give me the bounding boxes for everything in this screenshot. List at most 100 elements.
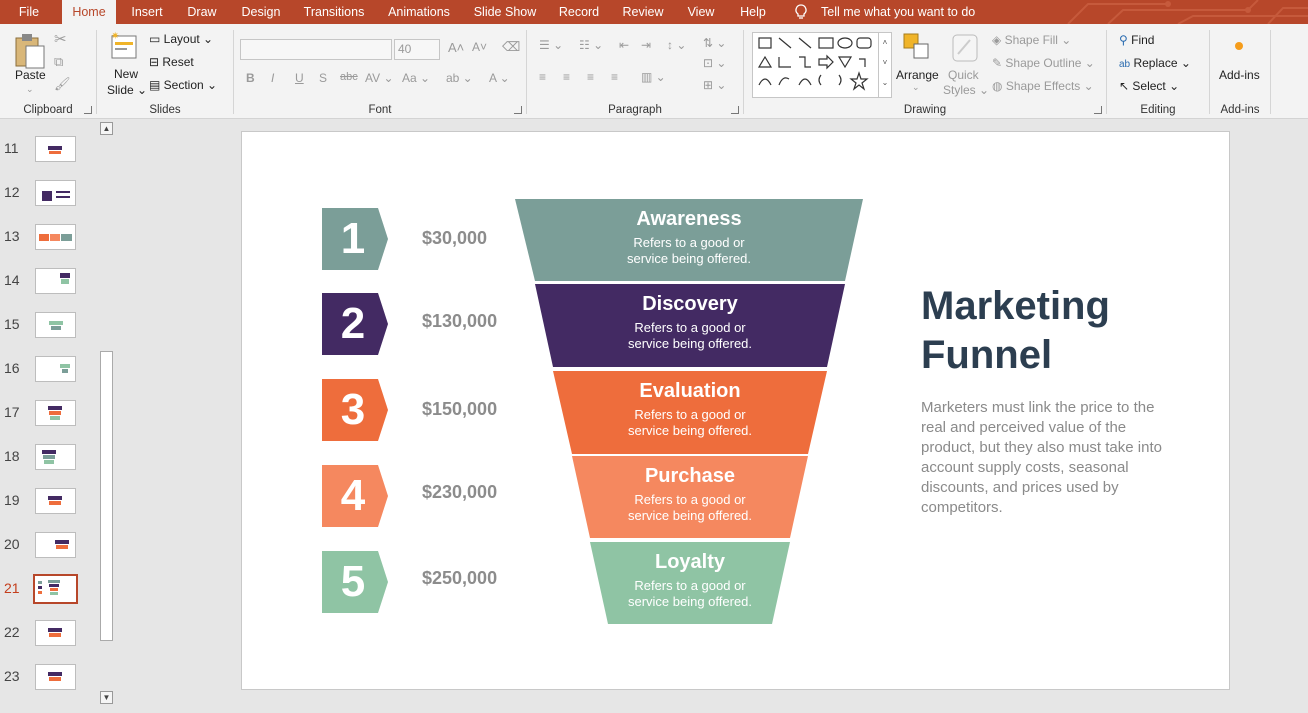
thumbnail-image[interactable] [35,400,76,426]
arrange-icon[interactable] [902,32,932,62]
thumbnail-image[interactable] [35,224,76,250]
tab-draw[interactable]: Draw [184,0,220,24]
tab-help[interactable]: Help [735,0,771,24]
tab-slide-show[interactable]: Slide Show [470,0,540,24]
columns-icon[interactable]: ▥ ⌄ [641,70,666,84]
tab-animations[interactable]: Animations [384,0,454,24]
thumbnail-11[interactable]: 11 [0,136,98,180]
paste-chevron-icon[interactable]: ⌄ [26,84,34,95]
find-button[interactable]: ⚲ Find [1119,33,1154,47]
step-number-badge[interactable]: 4 [322,465,388,527]
tell-me-search[interactable]: Tell me what you want to do [821,0,975,24]
tab-insert[interactable]: Insert [127,0,167,24]
thumbnail-image[interactable] [35,488,76,514]
shape-fill-button[interactable]: ◈ Shape Fill ⌄ [992,33,1071,47]
strikethrough-icon[interactable]: abc [340,71,358,83]
replace-button[interactable]: ab Replace ⌄ [1119,56,1191,70]
line-spacing-icon[interactable]: ↕ ⌄ [667,38,686,52]
drawing-launcher-icon[interactable] [1094,106,1102,114]
thumbnail-image[interactable] [35,268,76,294]
thumbnail-image[interactable] [35,312,76,338]
text-direction-icon[interactable]: ⇅ ⌄ [703,36,726,50]
thumbnail-image[interactable] [35,356,76,382]
align-right-icon[interactable]: ≡ [587,70,594,84]
step-price[interactable]: $150,000 [422,399,497,420]
paragraph-launcher-icon[interactable] [731,106,739,114]
char-spacing-icon[interactable]: AV ⌄ [365,71,394,85]
decrease-indent-icon[interactable]: ⇤ [619,38,629,52]
new-slide-icon[interactable]: ✷ [109,30,139,62]
thumbnail-15[interactable]: 15 [0,312,98,356]
funnel-stage[interactable]: Purchase Refers to a good or service being… [572,456,808,538]
quick-styles-label-2[interactable]: Styles ⌄ [943,83,989,97]
step-number-badge[interactable]: 3 [322,379,388,441]
font-size-box[interactable]: 40 [394,39,440,60]
format-painter-icon[interactable]: 🖌 [54,76,71,92]
scroll-up-icon[interactable]: ▲ [100,122,113,135]
tab-file[interactable]: File [8,0,50,24]
italic-icon[interactable]: I [271,71,274,85]
tab-design[interactable]: Design [236,0,286,24]
step-price[interactable]: $30,000 [422,228,487,249]
underline-icon[interactable]: U [295,71,304,85]
thumbnail-13[interactable]: 13 [0,224,98,268]
thumbnail-image[interactable] [35,664,76,690]
select-button[interactable]: ↖ Select ⌄ [1119,79,1179,93]
clipboard-launcher-icon[interactable] [84,106,92,114]
grow-font-icon[interactable]: A˄ [448,40,464,55]
addins-icon[interactable] [1235,42,1243,50]
step-number-badge[interactable]: 5 [322,551,388,613]
center-icon[interactable]: ≡ [563,70,570,84]
bold-icon[interactable]: B [246,71,255,85]
tab-review[interactable]: Review [618,0,668,24]
thumbnail-image[interactable] [35,620,76,646]
thumbnails-scrollbar[interactable]: ▲ ▼ [99,119,113,713]
layout-button[interactable]: ▭ Layout ⌄ [149,32,213,46]
quick-styles-button[interactable]: Quick [948,68,979,82]
shapes-icon[interactable] [753,33,891,97]
thumbnail-image[interactable] [35,532,76,558]
new-slide-label-2[interactable]: Slide ⌄ [107,83,147,97]
tab-record[interactable]: Record [555,0,603,24]
align-text-icon[interactable]: ⊡ ⌄ [703,56,726,70]
quick-styles-icon[interactable] [950,32,980,64]
clear-format-icon[interactable]: ⌫ [502,39,520,55]
step-price[interactable]: $130,000 [422,311,497,332]
thumbnail-23[interactable]: 23 [0,664,98,708]
highlight-icon[interactable]: ab ⌄ [446,71,473,85]
shrink-font-icon[interactable]: A˅ [472,40,487,54]
section-button[interactable]: ▤ Section ⌄ [149,78,217,92]
thumbnail-image[interactable] [35,180,76,206]
thumbnail-22[interactable]: 22 [0,620,98,664]
arrange-button[interactable]: Arrange [896,68,939,82]
paste-icon[interactable] [14,32,46,70]
smartart-icon[interactable]: ⊞ ⌄ [703,78,726,92]
change-case-icon[interactable]: Aa ⌄ [402,71,430,85]
thumbnail-image-selected[interactable] [33,574,78,604]
scroll-down-icon[interactable]: ▼ [100,691,113,704]
thumbnail-21[interactable]: 21 [0,574,98,620]
thumbnail-12[interactable]: 12 [0,180,98,224]
funnel-stage[interactable]: Awareness Refers to a good or service bein… [515,199,863,281]
step-price[interactable]: $230,000 [422,482,497,503]
tab-home[interactable]: Home [62,0,116,24]
thumbnail-19[interactable]: 19 [0,488,98,532]
thumbnail-20[interactable]: 20 [0,532,98,576]
copy-icon[interactable]: ⧉ [54,54,63,70]
numbering-icon[interactable]: ☷ ⌄ [579,38,603,52]
shapes-scroll-icon[interactable]: ˄ ˅ ⌄ [878,33,891,97]
slide-canvas[interactable]: 1 $30,000 2 $130,000 3 $150,000 4 $230,000 5 $250… [241,131,1230,690]
thumbnail-17[interactable]: 17 [0,400,98,444]
step-price[interactable]: $250,000 [422,568,497,589]
addins-button[interactable]: Add-ins [1219,68,1260,82]
funnel-stage[interactable]: Evaluation Refers to a good or service bei… [553,371,827,454]
increase-indent-icon[interactable]: ⇥ [641,38,651,52]
font-color-icon[interactable]: A ⌄ [489,71,510,85]
tab-transitions[interactable]: Transitions [299,0,369,24]
thumbnail-image[interactable] [35,444,76,470]
thumbnail-14[interactable]: 14 [0,268,98,312]
slide-description[interactable]: Marketers must link the price to the rea… [921,398,1166,518]
shapes-gallery[interactable]: ˄ ˅ ⌄ [752,32,892,98]
align-left-icon[interactable]: ≡ [539,70,546,84]
arrange-chevron-icon[interactable]: ⌄ [912,82,920,93]
